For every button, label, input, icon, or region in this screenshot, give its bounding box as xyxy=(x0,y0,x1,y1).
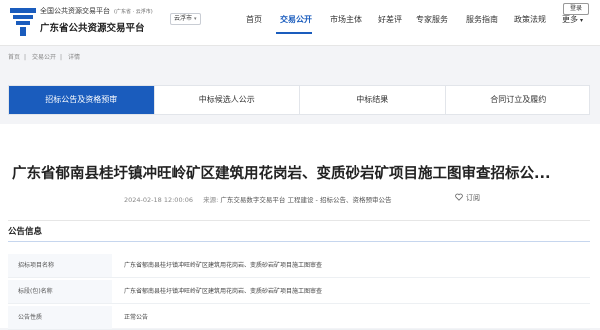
tab-result[interactable]: 中标结果 xyxy=(300,86,446,114)
article-panel: 广东省郁南县桂圩镇冲旺岭矿区建筑用花岗岩、变质砂岩矿项目施工图审查招标公... … xyxy=(0,124,600,330)
chevron-down-icon: ▾ xyxy=(580,17,584,24)
tab-candidate[interactable]: 中标候选人公示 xyxy=(155,86,300,114)
brand-top-text: 全国公共资源交易平台 xyxy=(40,7,110,15)
nav-item-guide[interactable]: 服务指南 xyxy=(466,14,498,25)
nav-item-more[interactable]: 更多 ▾ xyxy=(562,14,583,25)
chevron-down-icon: ▾ xyxy=(194,16,197,22)
info-label: 公告性质 xyxy=(8,306,112,329)
nav-item-policy[interactable]: 政策法规 xyxy=(514,14,546,25)
breadcrumb-separator: | xyxy=(24,54,27,61)
article-meta: 2024-02-18 12:00:06 来源: 广东交易数字交易平台 工程建设 … xyxy=(124,194,391,204)
source-text: 广东交易数字交易平台 工程建设 - 招标公告、资格预审公告 xyxy=(220,196,392,204)
nav-item-market[interactable]: 市场主体 xyxy=(330,14,362,25)
info-row: 标段(包)名称 广东省郁南县桂圩镇冲旺岭矿区建筑用花岗岩、变质砂岩矿项目施工图审… xyxy=(8,280,590,304)
brand-main-title[interactable]: 广东省公共资源交易平台 xyxy=(40,20,145,34)
divider xyxy=(8,220,590,221)
breadcrumb: 首页 | 交易公开 | 详情 xyxy=(8,52,84,61)
heart-icon xyxy=(455,193,463,201)
tab-tender-notice[interactable]: 招标公告及资格预审 xyxy=(9,86,155,114)
nav-item-rating[interactable]: 好差评 xyxy=(378,14,402,25)
source-label: 来源: xyxy=(203,196,219,204)
nav-item-home[interactable]: 首页 xyxy=(246,14,262,25)
info-value: 广东省郁南县桂圩镇冲旺岭矿区建筑用花岗岩、变质砂岩矿项目施工图审查 xyxy=(124,262,323,269)
city-selector[interactable]: 云浮市 ▾ xyxy=(170,13,201,25)
brand-top-line: 全国公共资源交易平台 (广东省 · 云浮市) xyxy=(40,6,153,16)
nav-more-label: 更多 xyxy=(562,15,578,24)
tab-contract[interactable]: 合同订立及履约 xyxy=(446,86,592,114)
login-button[interactable]: 登录 xyxy=(563,3,589,15)
nav-item-experts[interactable]: 专家服务 xyxy=(416,14,448,25)
breadcrumb-detail: 详情 xyxy=(67,54,80,61)
breadcrumb-trading[interactable]: 交易公开 xyxy=(32,54,56,61)
subscribe-label: 订阅 xyxy=(466,194,480,202)
nav-active-indicator xyxy=(276,32,312,34)
info-row: 公告性质 正常公告 xyxy=(8,306,590,330)
breadcrumb-separator: | xyxy=(59,54,63,61)
page-title: 广东省郁南县桂圩镇冲旺岭矿区建筑用花岗岩、变质砂岩矿项目施工图审查招标公... xyxy=(12,166,551,182)
info-value: 广东省郁南县桂圩镇冲旺岭矿区建筑用花岗岩、变质砂岩矿项目施工图审查 xyxy=(124,288,323,295)
publish-datetime: 2024-02-18 12:00:06 xyxy=(124,196,194,204)
info-label: 招标项目名称 xyxy=(8,254,112,277)
platform-logo-icon[interactable] xyxy=(8,6,38,38)
stage-tabs: 招标公告及资格预审 中标候选人公示 中标结果 合同订立及履约 xyxy=(8,85,590,115)
top-header: 全国公共资源交易平台 (广东省 · 云浮市) 广东省公共资源交易平台 云浮市 ▾ 首… xyxy=(0,0,600,46)
nav-item-trading[interactable]: 交易公开 xyxy=(280,14,312,25)
info-value: 正常公告 xyxy=(124,314,149,321)
brand-top-sub: (广东省 · 云浮市) xyxy=(114,9,153,15)
section-title: 公告信息 xyxy=(8,227,43,237)
info-label: 标段(包)名称 xyxy=(8,280,112,303)
info-row: 招标项目名称 广东省郁南县桂圩镇冲旺岭矿区建筑用花岗岩、变质砂岩矿项目施工图审查 xyxy=(8,254,590,278)
section-divider xyxy=(8,241,590,242)
breadcrumb-home[interactable]: 首页 xyxy=(8,54,20,61)
city-label: 云浮市 xyxy=(174,15,193,22)
subscribe-button[interactable]: 订阅 xyxy=(455,193,480,203)
